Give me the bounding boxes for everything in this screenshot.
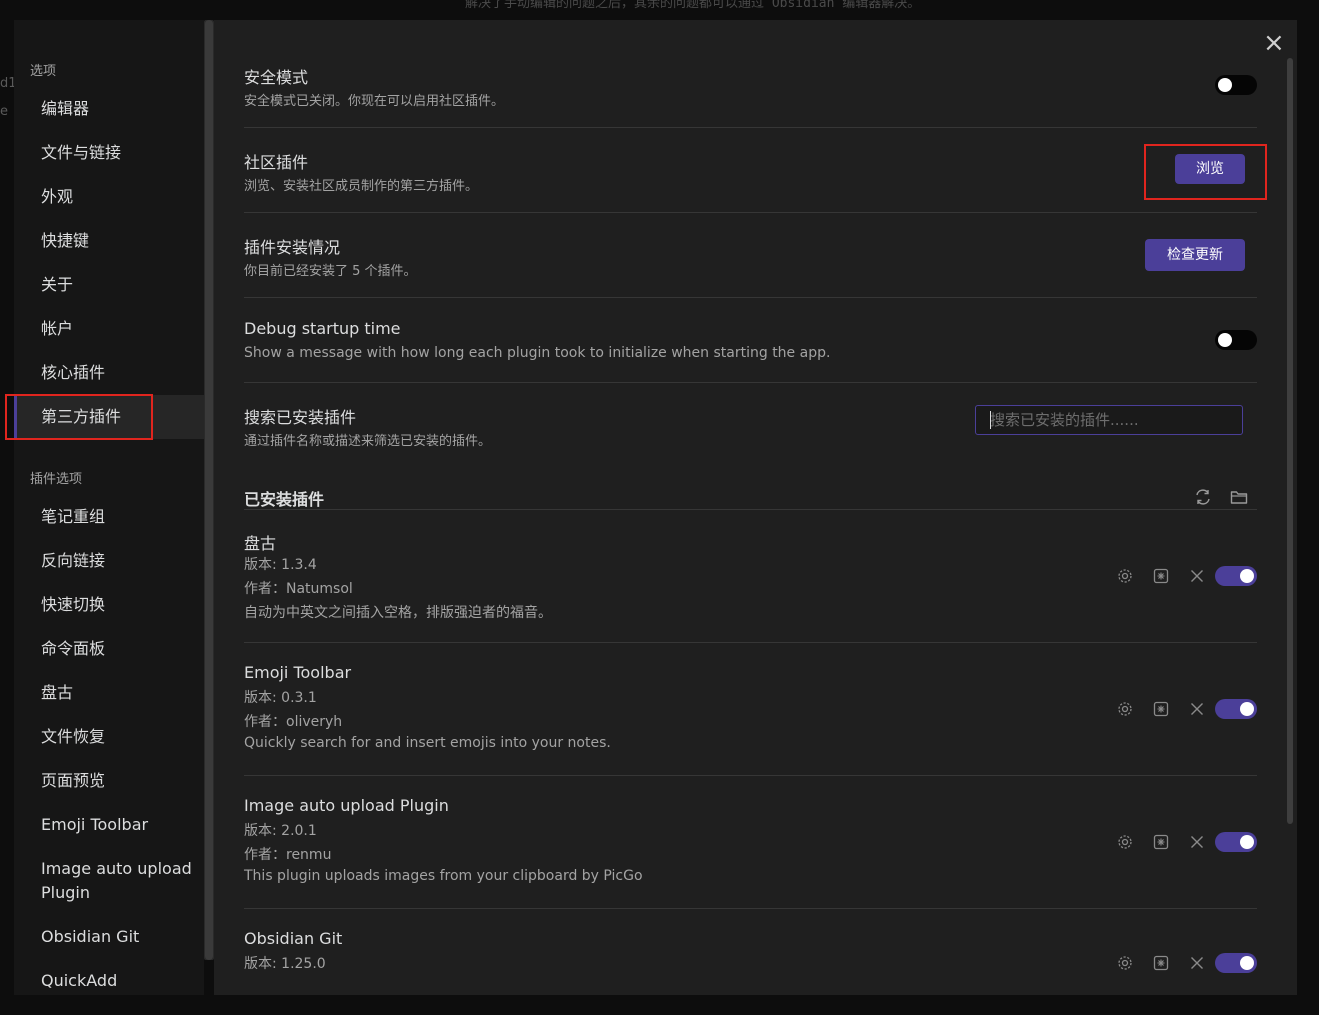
sidebar-item-files-links[interactable]: 文件与链接: [14, 131, 204, 175]
safe-mode-toggle[interactable]: [1215, 75, 1257, 95]
divider: [244, 642, 1257, 643]
plugin-name: Image auto upload Plugin: [244, 796, 449, 815]
sidebar-item-image-auto-upload[interactable]: Image auto upload Plugin: [14, 857, 194, 905]
gear-icon[interactable]: [1116, 954, 1134, 972]
sidebar-heading-options: 选项: [30, 64, 57, 79]
setting-description: 通过插件名称或描述来筛选已安装的插件。: [244, 434, 492, 449]
plugin-version: 版本: 1.25.0: [244, 956, 326, 972]
divider: [244, 212, 1257, 213]
sidebar-item-quick-switcher[interactable]: 快速切换: [14, 583, 204, 627]
divider: [244, 127, 1257, 128]
plugin-description: 自动为中英文之间插入空格，排版强迫者的福音。: [244, 605, 552, 621]
hotkey-icon[interactable]: [1152, 954, 1170, 972]
folder-icon[interactable]: [1230, 488, 1248, 506]
x-icon[interactable]: [1188, 567, 1206, 585]
plugin-description: Quickly search for and insert emojis int…: [244, 735, 611, 751]
main-scrollbar[interactable]: [1287, 58, 1293, 974]
settings-panel: × 安全模式 安全模式已关闭。你现在可以启用社区插件。 社区插件 浏览、安装社区…: [214, 20, 1297, 995]
setting-name: 社区插件: [244, 153, 309, 172]
sidebar-item-appearance[interactable]: 外观: [14, 175, 204, 219]
divider: [244, 297, 1257, 298]
hotkey-icon[interactable]: [1152, 833, 1170, 851]
hotkey-icon[interactable]: [1152, 700, 1170, 718]
divider: [244, 382, 1257, 383]
plugin-name: Obsidian Git: [244, 929, 343, 948]
sidebar-item-command-palette[interactable]: 命令面板: [14, 627, 204, 671]
sidebar-item-emoji-toolbar[interactable]: Emoji Toolbar: [14, 803, 204, 847]
text-caret: [990, 411, 991, 429]
sidebar-item-community-plugins[interactable]: 第三方插件: [14, 395, 204, 439]
sidebar-item-core-plugins[interactable]: 核心插件: [14, 351, 204, 395]
plugin-name: Emoji Toolbar: [244, 663, 352, 682]
gear-icon[interactable]: [1116, 567, 1134, 585]
sidebar-item-obsidian-git[interactable]: Obsidian Git: [14, 915, 204, 959]
sidebar-item-about[interactable]: 关于: [14, 263, 204, 307]
sidebar-scrollbar[interactable]: [204, 20, 214, 960]
reload-icon[interactable]: [1194, 488, 1212, 506]
background-text: 解决了手动编辑的问题之后，其余的问题都可以通过 Obsidian 编辑器解决。: [465, 0, 921, 11]
plugin-description: This plugin uploads images from your cli…: [244, 868, 643, 884]
plugin-version: 版本: 0.3.1: [244, 690, 317, 706]
x-icon[interactable]: [1188, 700, 1206, 718]
search-installed-plugins-input[interactable]: [975, 405, 1243, 435]
gear-icon[interactable]: [1116, 700, 1134, 718]
sidebar-item-hotkeys[interactable]: 快捷键: [14, 219, 204, 263]
sidebar-item-pangu[interactable]: 盘古: [14, 671, 204, 715]
check-updates-button[interactable]: 检查更新: [1145, 239, 1245, 271]
sidebar-item-account[interactable]: 帐户: [14, 307, 204, 351]
divider: [244, 775, 1257, 776]
sidebar-item-quickadd[interactable]: QuickAdd: [14, 959, 204, 995]
debug-startup-toggle[interactable]: [1215, 330, 1257, 350]
plugin-author: 作者：oliveryh: [244, 714, 343, 730]
installed-plugins-heading: 已安装插件: [244, 490, 325, 509]
plugin-author: 作者：Natumsol: [244, 581, 353, 597]
x-icon[interactable]: [1188, 833, 1206, 851]
sidebar-item-file-recovery[interactable]: 文件恢复: [14, 715, 204, 759]
divider: [244, 509, 1257, 510]
browse-button[interactable]: 浏览: [1175, 154, 1245, 184]
plugin-toggle-pangu[interactable]: [1215, 566, 1257, 586]
setting-description: 浏览、安装社区成员制作的第三方插件。: [244, 179, 479, 194]
plugin-version: 版本: 1.3.4: [244, 557, 317, 573]
plugin-toggle-image-auto-upload[interactable]: [1215, 832, 1257, 852]
plugin-author: 作者：renmu: [244, 847, 332, 863]
setting-description: 你目前已经安装了 5 个插件。: [244, 264, 417, 279]
setting-description: 安全模式已关闭。你现在可以启用社区插件。: [244, 94, 505, 109]
sidebar-item-page-preview[interactable]: 页面预览: [14, 759, 204, 803]
plugin-version: 版本: 2.0.1: [244, 823, 317, 839]
plugin-name: 盘古: [244, 534, 277, 553]
gear-icon[interactable]: [1116, 833, 1134, 851]
sidebar-heading-plugin-options: 插件选项: [30, 472, 83, 487]
setting-name: 安全模式: [244, 68, 309, 87]
x-icon[interactable]: [1188, 954, 1206, 972]
setting-name: Debug startup time: [244, 319, 401, 338]
background-fragment: e: [0, 104, 8, 119]
close-icon[interactable]: ×: [1263, 30, 1285, 56]
setting-description: Show a message with how long each plugin…: [244, 345, 831, 361]
setting-name: 插件安装情况: [244, 238, 341, 257]
setting-name: 搜索已安装插件: [244, 408, 357, 427]
hotkey-icon[interactable]: [1152, 567, 1170, 585]
plugin-toggle-emoji-toolbar[interactable]: [1215, 699, 1257, 719]
divider: [244, 908, 1257, 909]
plugin-toggle-obsidian-git[interactable]: [1215, 953, 1257, 973]
settings-sidebar: 选项 编辑器 文件与链接 外观 快捷键 关于 帐户 核心插件 第三方插件 插件选…: [14, 20, 204, 995]
sidebar-item-editor[interactable]: 编辑器: [14, 87, 204, 131]
sidebar-item-note-refactor[interactable]: 笔记重组: [14, 495, 204, 539]
sidebar-item-backlinks[interactable]: 反向链接: [14, 539, 204, 583]
